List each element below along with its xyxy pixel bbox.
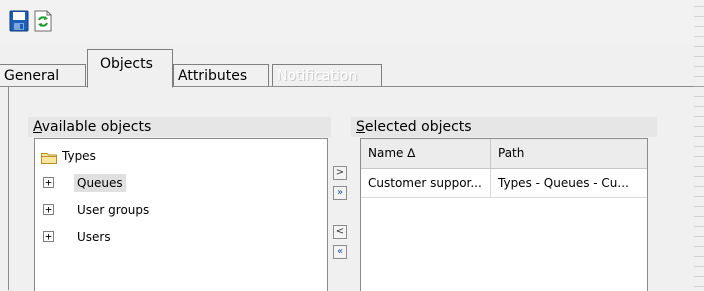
selected-objects-title-rest: elected objects — [364, 119, 472, 135]
selected-objects-title: Selected objects — [351, 117, 657, 137]
remove-selected-button[interactable]: < — [333, 225, 347, 239]
tab-notification: Notification — [272, 64, 382, 87]
tree-item-queues-label: Queues — [74, 174, 126, 192]
table-row[interactable]: Customer suppor... Types - Queues - Cu..… — [361, 169, 647, 198]
available-objects-title: Available objects — [28, 117, 331, 137]
selected-objects-grid[interactable]: Name ∆ Path Customer suppor... Types - Q… — [360, 138, 648, 291]
available-objects-hotkey: A — [33, 119, 42, 135]
tab-attributes[interactable]: Attributes — [173, 64, 269, 87]
expand-users-icon[interactable]: + — [43, 231, 54, 242]
column-header-name[interactable]: Name ∆ — [361, 139, 491, 168]
add-all-button[interactable]: » — [333, 186, 347, 200]
tree-item-queues[interactable]: + Queues — [43, 173, 243, 193]
available-objects-tree[interactable]: Types + Queues + User groups + Users — [34, 138, 328, 291]
tree-item-user-groups-label: User groups — [77, 203, 150, 217]
remove-all-button[interactable]: « — [333, 245, 347, 259]
folder-icon — [41, 150, 57, 164]
add-selected-button[interactable]: > — [333, 166, 347, 180]
tree-item-users[interactable]: + Users — [43, 227, 243, 247]
grid-header: Name ∆ Path — [361, 139, 647, 169]
cell-path: Types - Queues - Cu... — [498, 176, 629, 190]
toolbar — [0, 0, 704, 44]
tab-notification-label: Notification — [277, 68, 358, 84]
available-objects-title-rest: vailable objects — [41, 119, 152, 135]
tab-strip: General Objects Attributes Notification — [0, 44, 704, 88]
expand-user-groups-icon[interactable]: + — [43, 204, 54, 215]
tree-root-label: Types — [62, 149, 96, 163]
torn-edge — [694, 0, 704, 290]
expand-queues-icon[interactable]: + — [43, 177, 54, 188]
tab-objects-label: Objects — [100, 56, 153, 72]
refresh-icon[interactable] — [33, 10, 53, 32]
column-header-path[interactable]: Path — [491, 139, 647, 168]
selected-objects-hotkey: S — [356, 119, 365, 135]
save-icon[interactable] — [9, 10, 29, 32]
tab-attributes-label: Attributes — [178, 68, 248, 84]
tab-objects[interactable]: Objects — [87, 49, 173, 88]
cell-name: Customer suppor... — [361, 169, 491, 197]
tree-item-users-label: Users — [77, 230, 111, 244]
tab-general[interactable]: General — [0, 64, 86, 87]
tab-general-label: General — [4, 68, 60, 84]
tree-item-user-groups[interactable]: + User groups — [43, 200, 243, 220]
